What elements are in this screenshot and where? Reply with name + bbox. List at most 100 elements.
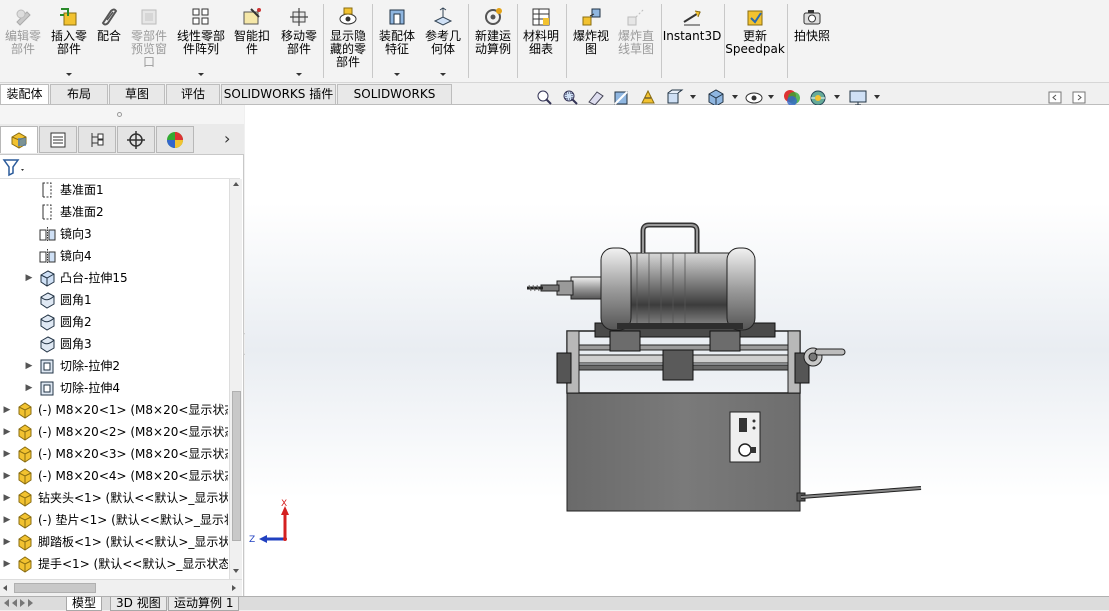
assembly-feature-button[interactable]: 装配体 特征 — [376, 6, 418, 80]
hide-show-items-icon[interactable] — [744, 88, 764, 106]
tree-item[interactable]: ▶ 切除-拉伸2 — [0, 355, 120, 377]
tab-evaluate[interactable]: 评估 — [166, 84, 220, 104]
feature-tree-horizontal-scrollbar[interactable] — [0, 579, 242, 596]
new-motion-study-button[interactable]: 新建运 动算例 — [472, 6, 514, 80]
expand-arrow-icon[interactable]: ▶ — [24, 377, 34, 399]
scroll-up-arrow-icon[interactable] — [233, 182, 239, 186]
graphics-area[interactable]: X Z — [245, 105, 1109, 596]
tile-left-icon[interactable] — [1046, 88, 1066, 106]
expand-arrow-icon[interactable]: ▶ — [2, 487, 12, 509]
expand-arrow-icon[interactable]: ▶ — [24, 267, 34, 289]
tab-configuration-manager[interactable] — [78, 126, 116, 153]
tab-display-manager[interactable] — [156, 126, 194, 153]
expand-arrow-icon[interactable]: ▶ — [2, 531, 12, 553]
last-tab-arrow-icon[interactable] — [28, 599, 33, 607]
chevron-down-icon[interactable] — [440, 73, 446, 76]
chevron-down-icon[interactable] — [834, 95, 840, 99]
chevron-down-icon[interactable] — [66, 73, 72, 76]
view-settings-icon[interactable] — [848, 88, 868, 106]
next-tab-arrow-icon[interactable] — [20, 599, 25, 607]
feature-tree-vertical-scrollbar[interactable] — [229, 179, 242, 579]
move-component-button[interactable]: 移动零 部件 — [278, 6, 320, 80]
tree-item[interactable]: 圆角1 — [0, 289, 92, 311]
tree-item[interactable]: ▶ 钻夹头<1> (默认<<默认>_显示状 — [0, 487, 228, 509]
chevron-down-icon[interactable] — [394, 73, 400, 76]
previous-view-icon[interactable] — [586, 88, 606, 106]
tree-item[interactable]: ▶ (-) M8×20<2> (M8×20<显示状态 — [0, 421, 228, 443]
expand-arrow-icon[interactable]: ▶ — [2, 553, 12, 575]
component-preview-button[interactable]: 零部件 预览窗 口 — [128, 6, 170, 80]
tile-right-icon[interactable] — [1070, 88, 1090, 106]
update-speedpak-button[interactable]: 更新 Speedpak — [725, 6, 785, 80]
tab-solidworks-mbd[interactable]: SOLIDWORKS MBD — [337, 84, 452, 120]
tree-item[interactable]: 圆角2 — [0, 311, 92, 333]
assembly-model[interactable]: X Z — [245, 105, 1109, 596]
edit-component-button[interactable]: 编辑零 部件 — [4, 6, 42, 80]
vertical-scroll-thumb[interactable] — [232, 391, 241, 541]
tree-item[interactable]: 镜向4 — [0, 245, 92, 267]
tab-solidworks-addins[interactable]: SOLIDWORKS 插件 — [221, 84, 336, 104]
tab-assembly[interactable]: 装配体 — [0, 84, 49, 104]
tree-item[interactable]: ▶ (-) 垫片<1> (默认<<默认>_显示状 — [0, 509, 228, 531]
tree-item[interactable]: 圆角3 — [0, 333, 92, 355]
chevron-right-icon[interactable]: › — [224, 130, 238, 148]
scroll-down-arrow-icon[interactable] — [233, 569, 239, 573]
scroll-left-arrow-icon[interactable] — [3, 585, 7, 591]
chevron-down-icon[interactable] — [874, 95, 880, 99]
insert-component-button[interactable]: 插入零 部件 — [48, 6, 90, 80]
feature-tree-filter[interactable] — [0, 155, 240, 179]
chevron-down-icon[interactable] — [296, 73, 302, 76]
panel-grip[interactable] — [0, 105, 244, 125]
tab-dimxpert-manager[interactable] — [117, 126, 155, 153]
dynamic-annotation-icon[interactable] — [638, 88, 658, 106]
section-view-icon[interactable] — [612, 88, 632, 106]
display-style-icon[interactable] — [706, 88, 726, 106]
expand-arrow-icon[interactable]: ▶ — [2, 443, 12, 465]
tree-item[interactable]: 基准面2 — [0, 201, 104, 223]
tree-item[interactable]: 基准面1 — [0, 179, 104, 201]
tree-item[interactable]: ▶ (-) M8×20<3> (M8×20<显示状态 — [0, 443, 228, 465]
reference-geometry-button[interactable]: 参考几 何体 — [422, 6, 464, 80]
tab-property-manager[interactable] — [39, 126, 77, 153]
tab-layout[interactable]: 布局 — [50, 84, 108, 104]
tree-item[interactable]: 镜向3 — [0, 223, 92, 245]
tree-item[interactable]: ▶ 凸台-拉伸15 — [0, 267, 128, 289]
bom-button[interactable]: 材料明 细表 — [520, 6, 562, 80]
show-hidden-components-button[interactable]: 显示隐 藏的零 部件 — [327, 6, 369, 80]
tab-model[interactable]: 模型 — [66, 597, 103, 611]
exploded-view-button[interactable]: 爆炸视 图 — [570, 6, 612, 80]
view-orientation-icon[interactable] — [664, 88, 684, 106]
smart-fastener-button[interactable]: 智能扣 件 — [232, 6, 272, 80]
tree-item[interactable]: ▶ (-) M8×20<1> (M8×20<显示状态 — [0, 399, 228, 421]
tree-item[interactable]: ▶ (-) M8×20<4> (M8×20<显示状态 — [0, 465, 228, 487]
chevron-down-icon[interactable] — [198, 73, 204, 76]
tree-item[interactable]: ▶ 脚踏板<1> (默认<<默认>_显示状 — [0, 531, 228, 553]
first-tab-arrow-icon[interactable] — [4, 599, 9, 607]
tree-item[interactable]: ▶ 切除-拉伸4 — [0, 377, 120, 399]
instant3d-button[interactable]: Instant3D — [663, 6, 721, 80]
take-snapshot-button[interactable]: 拍快照 — [790, 6, 834, 80]
expand-arrow-icon[interactable]: ▶ — [2, 465, 12, 487]
tab-motion-study-1[interactable]: 运动算例 1 — [168, 597, 240, 611]
explode-line-sketch-button[interactable]: 爆炸直 线草图 — [614, 6, 658, 80]
chevron-down-icon[interactable] — [690, 95, 696, 99]
edit-appearance-icon[interactable] — [782, 88, 802, 106]
zoom-to-area-icon[interactable] — [560, 88, 580, 106]
expand-arrow-icon[interactable]: ▶ — [2, 509, 12, 531]
apply-scene-icon[interactable] — [808, 88, 828, 106]
zoom-to-fit-icon[interactable] — [534, 88, 554, 106]
prev-tab-arrow-icon[interactable] — [12, 599, 17, 607]
tab-3d-view[interactable]: 3D 视图 — [110, 597, 167, 611]
chevron-down-icon[interactable] — [732, 95, 738, 99]
tab-feature-manager[interactable] — [0, 126, 38, 153]
chevron-down-icon[interactable] — [768, 95, 774, 99]
scroll-right-arrow-icon[interactable] — [232, 585, 236, 591]
horizontal-scroll-thumb[interactable] — [14, 583, 96, 593]
expand-arrow-icon[interactable]: ▶ — [2, 399, 12, 421]
linear-pattern-button[interactable]: 线性零部 件阵列 — [176, 6, 226, 80]
tab-sketch[interactable]: 草图 — [109, 84, 165, 104]
mate-button[interactable]: 配合 — [94, 6, 124, 80]
filter-icon[interactable] — [2, 157, 28, 177]
expand-arrow-icon[interactable]: ▶ — [24, 355, 34, 377]
tree-item[interactable]: ▶ 提手<1> (默认<<默认>_显示状态 — [0, 553, 228, 575]
